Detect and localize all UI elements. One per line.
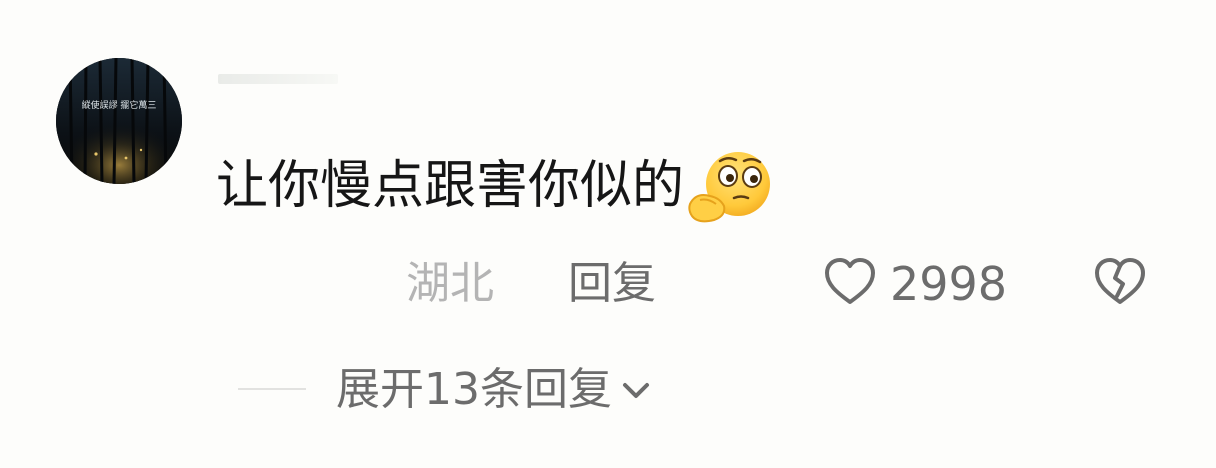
comment-text: 让你慢点跟害你似的 <box>216 156 685 216</box>
chevron-down-icon <box>623 383 649 398</box>
replies-divider <box>238 388 306 390</box>
comment-body: 让你慢点跟害你似的 <box>216 146 776 226</box>
thinking-face-emoji <box>688 152 771 223</box>
avatar-overlay-text: 縱使誤謬 擺它萬三 <box>82 99 157 111</box>
location-label: 湖北 <box>406 258 494 309</box>
expand-replies-label: 展开13条回复 <box>336 364 612 415</box>
avatar-image: 縱使誤謬 擺它萬三 <box>56 58 182 184</box>
expand-replies-button[interactable]: 展开13条回复 <box>336 358 654 422</box>
avatar[interactable]: 縱使誤謬 擺它萬三 <box>56 58 182 184</box>
heart-icon[interactable] <box>822 254 878 310</box>
reply-button[interactable]: 回复 <box>568 252 656 316</box>
like-count: 2998 <box>890 257 1008 311</box>
username-placeholder[interactable] <box>218 74 338 84</box>
broken-heart-icon[interactable] <box>1092 254 1148 310</box>
